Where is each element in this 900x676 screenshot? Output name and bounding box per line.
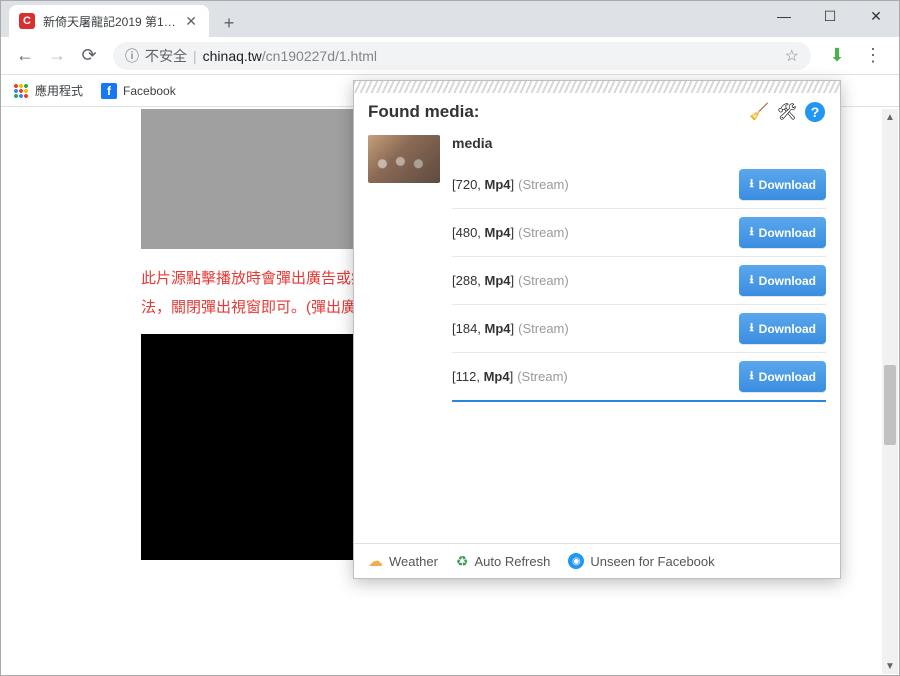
url-path: /cn190227d/1.html: [262, 48, 377, 64]
url-host: chinaq.tw: [203, 48, 262, 64]
popup-header: Found media: 🧹 🛠 ?: [354, 93, 840, 135]
footer-unseen-fb[interactable]: ◉ Unseen for Facebook: [568, 553, 714, 569]
download-button-label: Download: [759, 322, 816, 336]
bookmark-facebook-label: Facebook: [123, 84, 176, 98]
tab-close-icon[interactable]: ✕: [183, 13, 199, 30]
footer-auto-refresh[interactable]: ♻ Auto Refresh: [456, 553, 550, 570]
tab-title: 新倚天屠龍記2019 第1集 - China: [43, 13, 183, 30]
popup-body: media [720, Mp4] (Stream)⭳Download[480, …: [354, 135, 840, 543]
window-close-button[interactable]: ✕: [853, 1, 899, 31]
browser-tab-active[interactable]: C 新倚天屠龍記2019 第1集 - China ✕: [9, 5, 209, 37]
bookmark-star-icon[interactable]: ☆: [785, 46, 799, 66]
download-button-label: Download: [759, 274, 816, 288]
apps-grid-icon: [13, 83, 29, 99]
window-controls: — ☐ ✕: [761, 1, 899, 31]
download-icon: ⭳: [749, 366, 753, 387]
omnibox[interactable]: ⓘ 不安全 | chinaq.tw /cn190227d/1.html ☆: [113, 42, 811, 70]
site-info-icon[interactable]: ⓘ: [125, 46, 139, 66]
bookmark-apps-label: 應用程式: [35, 82, 83, 99]
download-button[interactable]: ⭳ Download: [739, 265, 826, 296]
scroll-down-icon[interactable]: ▼: [882, 658, 898, 674]
scroll-track[interactable]: [882, 125, 898, 658]
bookmark-apps[interactable]: 應用程式: [13, 82, 83, 99]
stream-row: [184, Mp4] (Stream) ⭳ Download: [452, 305, 826, 353]
scroll-thumb[interactable]: [884, 365, 896, 445]
eye-icon: ◉: [568, 553, 584, 569]
help-icon: ?: [805, 102, 825, 122]
stream-meta: (Stream): [518, 321, 569, 336]
new-tab-button[interactable]: +: [215, 9, 243, 37]
download-button-label: Download: [759, 226, 816, 240]
nav-back-button[interactable]: ←: [9, 40, 41, 72]
scroll-up-icon[interactable]: ▲: [882, 109, 898, 125]
footer-weather[interactable]: ☁ Weather: [368, 552, 438, 570]
window-maximize-button[interactable]: ☐: [807, 1, 853, 31]
stream-label: [720, Mp4]: [452, 177, 514, 192]
bookmark-facebook[interactable]: f Facebook: [101, 83, 176, 99]
download-icon: ⭳: [749, 270, 753, 291]
stream-label: [480, Mp4]: [452, 225, 514, 240]
stream-meta: (Stream): [518, 273, 569, 288]
address-bar-row: ← → ⟳ ⓘ 不安全 | chinaq.tw /cn190227d/1.htm…: [1, 37, 899, 75]
source-title: 【片源5】: [141, 670, 762, 675]
popup-grip: [354, 81, 840, 93]
nav-forward-button[interactable]: →: [41, 40, 73, 72]
download-icon: ⭳: [749, 222, 753, 243]
stream-meta: (Stream): [518, 177, 569, 192]
omnibox-sep: |: [193, 48, 197, 64]
footer-unseen-fb-label: Unseen for Facebook: [590, 554, 714, 569]
stream-row: [288, Mp4] (Stream) ⭳ Download: [452, 257, 826, 305]
browser-menu-button[interactable]: ⋮: [859, 42, 887, 70]
download-icon: ⭳: [749, 174, 753, 195]
tab-favicon: C: [19, 13, 35, 29]
download-icon: ⭳: [749, 318, 753, 339]
facebook-icon: f: [101, 83, 117, 99]
download-button[interactable]: ⭳ Download: [739, 217, 826, 248]
stream-label: [288, Mp4]: [452, 273, 514, 288]
weather-icon: ☁: [368, 552, 383, 570]
download-button[interactable]: ⭳ Download: [739, 169, 826, 200]
vertical-scrollbar[interactable]: ▲ ▼: [882, 109, 898, 674]
footer-auto-refresh-label: Auto Refresh: [474, 554, 550, 569]
download-button[interactable]: ⭳ Download: [739, 361, 826, 392]
download-button-label: Download: [759, 178, 816, 192]
footer-weather-label: Weather: [389, 554, 438, 569]
media-title: media: [452, 135, 826, 151]
download-extension-popup: Found media: 🧹 🛠 ? media [720, Mp4] (Str…: [353, 80, 841, 579]
stream-row: [480, Mp4] (Stream) ⭳ Download: [452, 209, 826, 257]
popup-footer: ☁ Weather ♻ Auto Refresh ◉ Unseen for Fa…: [354, 543, 840, 578]
insecure-label: 不安全: [145, 46, 187, 66]
nav-reload-button[interactable]: ⟳: [73, 40, 105, 72]
stream-label: [112, Mp4]: [452, 369, 513, 384]
stream-meta: (Stream): [517, 369, 568, 384]
stream-label: [184, Mp4]: [452, 321, 514, 336]
help-button[interactable]: ?: [804, 101, 826, 123]
download-button[interactable]: ⭳ Download: [739, 313, 826, 344]
popup-title: Found media:: [368, 102, 479, 122]
recycle-icon: ♻: [456, 553, 469, 570]
stream-row: [720, Mp4] (Stream) ⭳ Download: [452, 161, 826, 209]
stream-meta: (Stream): [518, 225, 569, 240]
window-minimize-button[interactable]: —: [761, 1, 807, 31]
media-thumbnail: [368, 135, 440, 183]
clear-list-icon[interactable]: 🧹: [748, 101, 770, 123]
download-button-label: Download: [759, 370, 816, 384]
settings-tools-icon[interactable]: 🛠: [776, 101, 798, 123]
extension-download-icon[interactable]: ⬇: [823, 42, 851, 70]
stream-row: [112, Mp4] (Stream) ⭳ Download: [452, 353, 826, 402]
